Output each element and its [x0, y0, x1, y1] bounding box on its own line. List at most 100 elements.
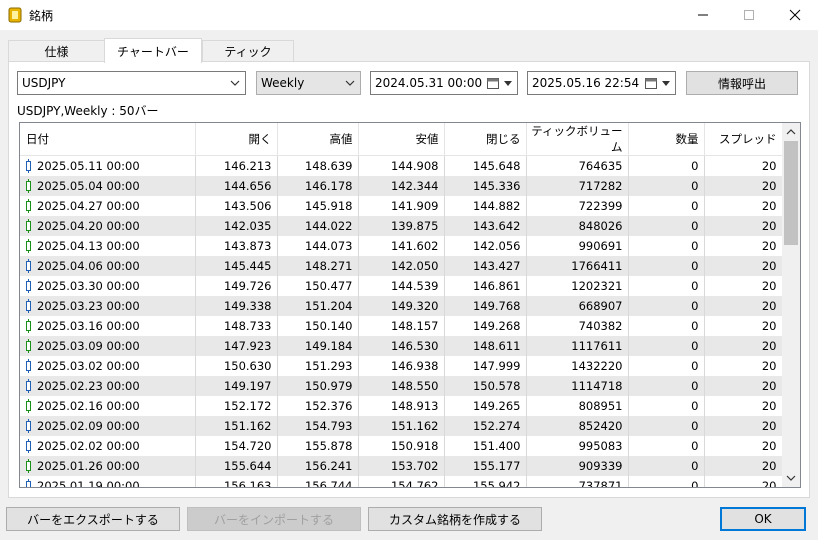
table-row[interactable]: 2025.02.09 00:00 151.162 154.793 151.162 152… — [20, 415, 783, 436]
table-cell: 141.909 — [358, 195, 445, 216]
table-cell: 153.702 — [358, 455, 445, 476]
table-cell: 155.177 — [444, 455, 527, 476]
vertical-scrollbar[interactable] — [782, 123, 800, 487]
table-cell: 151.162 — [358, 415, 445, 436]
tab-ticks[interactable]: ティック — [202, 40, 294, 62]
table-cell: 151.204 — [277, 295, 359, 316]
table-cell: 145.445 — [195, 255, 278, 276]
table-cell: 146.530 — [358, 335, 445, 356]
maximize-button[interactable] — [726, 0, 772, 30]
table-cell: 0 — [628, 395, 705, 416]
table-cell: 0 — [628, 375, 705, 396]
scroll-down-icon[interactable] — [786, 473, 796, 483]
table-cell: 154.762 — [358, 475, 445, 487]
table-row[interactable]: 2025.04.06 00:00 145.445 148.271 142.050 143… — [20, 255, 783, 276]
table-cell: 156.163 — [195, 475, 278, 487]
bars-table[interactable]: 日付 開く 高値 安値 閉じる ティックボリューム 数量 スプレッド 2025.05.11 0… — [19, 122, 801, 488]
export-bars-button[interactable]: バーをエクスポートする — [6, 507, 180, 531]
bars-grid: 日付 開く 高値 安値 閉じる ティックボリューム 数量 スプレッド 2025.05.11 0… — [20, 123, 783, 487]
table-cell: 142.035 — [195, 215, 278, 236]
ok-button[interactable]: OK — [720, 507, 806, 531]
table-cell: 151.400 — [444, 435, 527, 456]
candle-up-icon — [26, 399, 31, 413]
table-cell: 148.550 — [358, 375, 445, 396]
table-row[interactable]: 2025.01.26 00:00 155.644 156.241 153.702 155… — [20, 455, 783, 476]
close-button[interactable] — [772, 0, 818, 30]
candle-up-icon — [26, 219, 31, 233]
table-row[interactable]: 2025.02.02 00:00 154.720 155.878 150.918 151… — [20, 435, 783, 456]
scrollbar-thumb[interactable] — [784, 141, 798, 245]
candle-up-icon — [26, 459, 31, 473]
import-bars-button[interactable]: バーをインポートする — [187, 507, 361, 531]
tab-label: ティック — [224, 45, 272, 59]
table-cell: 20 — [704, 295, 783, 316]
table-row[interactable]: 2025.04.27 00:00 143.506 145.918 141.909 144… — [20, 195, 783, 216]
column-header[interactable]: 高値 — [277, 123, 359, 156]
symbol-value: USDJPY — [22, 76, 66, 90]
column-header[interactable]: スプレッド — [704, 123, 783, 156]
date-to-picker[interactable]: 2025.05.16 22:54 — [527, 71, 676, 95]
table-cell: 143.506 — [195, 195, 278, 216]
date-text: 2025.04.27 00:00 — [37, 198, 140, 213]
candle-up-icon — [26, 319, 31, 333]
table-cell: 20 — [704, 195, 783, 216]
close-icon — [789, 9, 801, 21]
date-to-value: 2025.05.16 22:54 — [532, 76, 640, 90]
column-header[interactable]: ティックボリューム — [526, 123, 629, 156]
table-row[interactable]: 2025.03.09 00:00 147.923 149.184 146.530 148… — [20, 335, 783, 356]
tab-label: 仕様 — [44, 45, 69, 59]
tab-specification[interactable]: 仕様 — [8, 40, 105, 62]
table-row[interactable]: 2025.03.16 00:00 148.733 150.140 148.157 149… — [20, 315, 783, 336]
table-cell: 145.918 — [277, 195, 359, 216]
candle-down-icon — [26, 359, 31, 373]
table-cell: 154.793 — [277, 415, 359, 436]
symbol-select[interactable]: USDJPY — [17, 71, 246, 95]
create-custom-symbol-button[interactable]: カスタム銘柄を作成する — [368, 507, 542, 531]
column-header[interactable]: 開く — [195, 123, 278, 156]
table-cell: 2025.02.02 00:00 — [20, 435, 196, 456]
column-header[interactable]: 安値 — [358, 123, 445, 156]
table-row[interactable]: 2025.02.16 00:00 152.172 152.376 148.913 149… — [20, 395, 783, 416]
bars-count-label: USDJPY,Weekly : 50バー — [17, 104, 159, 118]
date-text: 2025.02.09 00:00 — [37, 418, 140, 433]
candle-down-icon — [26, 299, 31, 313]
table-cell: 2025.01.26 00:00 — [20, 455, 196, 476]
date-from-picker[interactable]: 2024.05.31 00:00 — [370, 71, 518, 95]
candle-up-icon — [26, 179, 31, 193]
request-button[interactable]: 情報呼出 — [686, 71, 798, 95]
scroll-up-icon[interactable] — [786, 127, 796, 137]
table-cell: 1202321 — [526, 275, 629, 296]
date-text: 2025.03.16 00:00 — [37, 318, 140, 333]
table-cell: 20 — [704, 375, 783, 396]
candle-down-icon — [26, 479, 31, 487]
minimize-button[interactable] — [680, 0, 726, 30]
table-cell: 990691 — [526, 235, 629, 256]
table-cell: 148.271 — [277, 255, 359, 276]
table-cell: 149.265 — [444, 395, 527, 416]
table-cell: 150.918 — [358, 435, 445, 456]
column-header[interactable]: 数量 — [628, 123, 705, 156]
timeframe-select[interactable]: Weekly — [256, 71, 361, 95]
table-header: 日付 開く 高値 安値 閉じる ティックボリューム 数量 スプレッド — [20, 123, 783, 156]
table-row[interactable]: 2025.04.13 00:00 143.873 144.073 141.602 142… — [20, 235, 783, 256]
table-cell: 149.320 — [358, 295, 445, 316]
candle-down-icon — [26, 259, 31, 273]
table-row[interactable]: 2025.03.23 00:00 149.338 151.204 149.320 149… — [20, 295, 783, 316]
column-header[interactable]: 閉じる — [444, 123, 527, 156]
tab-chart-bars[interactable]: チャートバー — [104, 38, 202, 63]
table-row[interactable]: 2025.05.04 00:00 144.656 146.178 142.344 145… — [20, 175, 783, 196]
table-cell: 2025.04.06 00:00 — [20, 255, 196, 276]
table-row[interactable]: 2025.01.19 00:00 156.163 156.744 154.762 155… — [20, 475, 783, 487]
table-cell: 0 — [628, 255, 705, 276]
table-row[interactable]: 2025.03.02 00:00 150.630 151.293 146.938 147… — [20, 355, 783, 376]
table-cell: 154.720 — [195, 435, 278, 456]
table-row[interactable]: 2025.03.30 00:00 149.726 150.477 144.539 146… — [20, 275, 783, 296]
column-header[interactable]: 日付 — [20, 123, 196, 156]
table-cell: 668907 — [526, 295, 629, 316]
table-cell: 147.999 — [444, 355, 527, 376]
table-row[interactable]: 2025.04.20 00:00 142.035 144.022 139.875 143… — [20, 215, 783, 236]
table-row[interactable]: 2025.05.11 00:00 146.213 148.639 144.908 145… — [20, 155, 783, 176]
table-cell: 142.050 — [358, 255, 445, 276]
candle-down-icon — [26, 159, 31, 174]
table-row[interactable]: 2025.02.23 00:00 149.197 150.979 148.550 150… — [20, 375, 783, 396]
